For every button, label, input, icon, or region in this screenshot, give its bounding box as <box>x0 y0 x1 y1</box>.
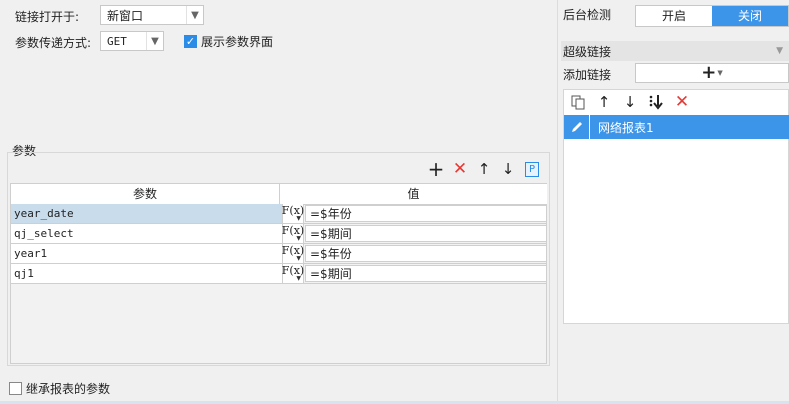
param-name[interactable]: qj1 <box>11 264 283 283</box>
delete-icon[interactable]: ✕ <box>450 159 470 179</box>
add-link-label: 添加链接 <box>563 68 612 82</box>
collapse-triangle-icon: ▼ <box>776 46 783 56</box>
hyperlink-section-header[interactable]: 超级链接 ▼ <box>561 41 789 61</box>
chevron-down-icon: ▼ <box>296 235 301 242</box>
checkbox-unchecked-icon <box>9 382 22 395</box>
move-up-icon[interactable]: ↑ <box>474 159 494 179</box>
move-down-icon[interactable]: ↓ <box>498 159 518 179</box>
formula-icon[interactable]: F(x) ▼ <box>282 264 304 283</box>
formula-icon[interactable]: F(x) ▼ <box>282 204 304 223</box>
param-name[interactable]: year_date <box>11 204 283 223</box>
header-param: 参数 <box>11 184 280 204</box>
chevron-down-icon: ▼ <box>296 255 301 262</box>
formula-icon[interactable]: F(x) ▼ <box>282 224 304 243</box>
param-p-label: P <box>525 161 539 177</box>
params-toolbar: + ✕ ↑ ↓ P <box>426 157 542 181</box>
param-value[interactable]: =$年份 <box>305 245 547 262</box>
checkbox-checked-icon: ✓ <box>184 35 197 48</box>
param-name[interactable]: qj_select <box>11 224 283 243</box>
param-value[interactable]: =$期间 <box>305 225 547 242</box>
table-row[interactable]: year_date F(x) ▼ =$年份 <box>11 204 547 224</box>
param-p-icon[interactable]: P <box>522 159 542 179</box>
hyperlink-item-label: 网络报表1 <box>598 120 654 135</box>
param-method-select[interactable]: GET ▼ <box>100 31 164 51</box>
show-param-ui-label: 展示参数界面 <box>201 35 274 49</box>
chevron-down-icon: ▼ <box>146 32 163 50</box>
header-value: 值 <box>407 187 420 201</box>
table-header: 参数 值 <box>11 184 547 205</box>
table-row[interactable]: qj1 F(x) ▼ =$期间 <box>11 264 547 284</box>
move-down-icon[interactable]: ↓ <box>620 92 640 112</box>
table-row[interactable]: year1 F(x) ▼ =$年份 <box>11 244 547 264</box>
backend-check-label: 后台检测 <box>563 8 612 22</box>
param-value[interactable]: =$年份 <box>305 205 547 222</box>
add-link-dropdown[interactable]: + ▼ <box>635 63 789 83</box>
inherit-params-checkbox[interactable]: 继承报表的参数 <box>9 380 110 397</box>
move-up-icon[interactable]: ↑ <box>594 92 614 112</box>
formula-icon[interactable]: F(x) ▼ <box>282 244 304 263</box>
inherit-params-label: 继承报表的参数 <box>26 382 111 396</box>
copy-icon[interactable] <box>568 92 588 112</box>
delete-icon[interactable]: ✕ <box>672 92 692 112</box>
hyperlink-section-title: 超级链接 <box>563 44 612 59</box>
backend-check-on[interactable]: 开启 <box>636 6 712 26</box>
table-row[interactable]: qj_select F(x) ▼ =$期间 <box>11 224 547 244</box>
chevron-down-icon: ▼ <box>296 275 301 282</box>
link-open-value: 新窗口 <box>107 8 144 23</box>
hyperlink-item[interactable]: 网络报表1 <box>564 115 789 139</box>
backend-check-off[interactable]: 关闭 <box>712 6 788 26</box>
add-icon[interactable]: + <box>426 157 446 181</box>
params-table: 参数 值 year_date F(x) ▼ =$年份 qj_select F(x)… <box>10 183 547 364</box>
link-open-label: 链接打开于: <box>15 10 80 24</box>
edit-pencil-icon[interactable] <box>564 115 590 139</box>
link-open-select[interactable]: 新窗口 ▼ <box>100 5 204 25</box>
chevron-down-icon: ▼ <box>186 6 203 24</box>
param-method-label: 参数传递方式: <box>15 36 92 50</box>
param-method-value: GET <box>107 34 127 48</box>
chevron-down-icon: ▼ <box>296 215 301 222</box>
panel-divider <box>557 0 558 404</box>
hyperlink-toolbar: ↑ ↓ ✕ <box>568 92 692 112</box>
show-param-ui-checkbox[interactable]: ✓ 展示参数界面 <box>184 33 273 50</box>
chevron-down-icon: ▼ <box>717 69 723 77</box>
add-icon: + <box>701 62 717 83</box>
move-to-bottom-icon[interactable] <box>646 92 666 112</box>
param-name[interactable]: year1 <box>11 244 283 263</box>
backend-check-toggle: 开启 关闭 <box>635 5 789 27</box>
param-value[interactable]: =$期间 <box>305 265 547 282</box>
